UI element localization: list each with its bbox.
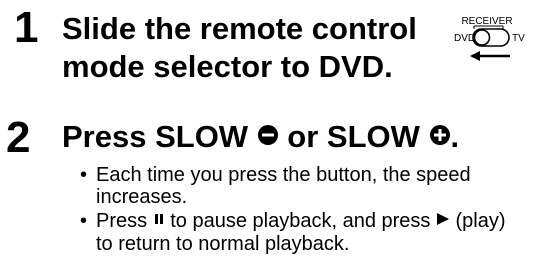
pause-icon — [153, 209, 165, 231]
bullet-item: • Press to pause playback, and press (pl… — [80, 210, 520, 255]
step-2-number: 2 — [6, 113, 31, 162]
bullet-dot: • — [80, 164, 88, 186]
selector-left-label: DVD — [454, 33, 475, 44]
bullet-item: • Each time you press the button, the sp… — [80, 164, 520, 208]
mode-selector-graphic: RECEIVER DVD TV — [454, 16, 525, 61]
step-1-number: 1 — [14, 3, 39, 52]
step-2-suffix: . — [450, 119, 460, 154]
selector-knob — [473, 29, 491, 46]
step-2-bullets: • Each time you press the button, the sp… — [80, 164, 520, 257]
plus-circle-icon — [429, 117, 451, 155]
step-1-text: Slide the remote control mode selector t… — [62, 11, 417, 84]
bullet-1-text: Each time you press the button, the spee… — [96, 164, 471, 208]
selector-right-label: TV — [512, 33, 525, 44]
bullet-2-middle: to pause playback, and press — [164, 210, 436, 232]
play-icon — [436, 209, 450, 231]
bullet-2-before: Press — [96, 210, 153, 232]
minus-circle-icon — [257, 117, 279, 155]
mode-selector-illustration: RECEIVER DVD TV — [440, 16, 530, 77]
selector-top-label: RECEIVER — [461, 16, 512, 27]
step-2-prefix: Press SLOW — [62, 119, 257, 154]
step-2-middle: or SLOW — [278, 119, 429, 154]
bullet-dot: • — [80, 210, 88, 232]
step-2-text: Press SLOW or SLOW . — [62, 118, 459, 158]
left-arrow-icon — [470, 51, 510, 61]
